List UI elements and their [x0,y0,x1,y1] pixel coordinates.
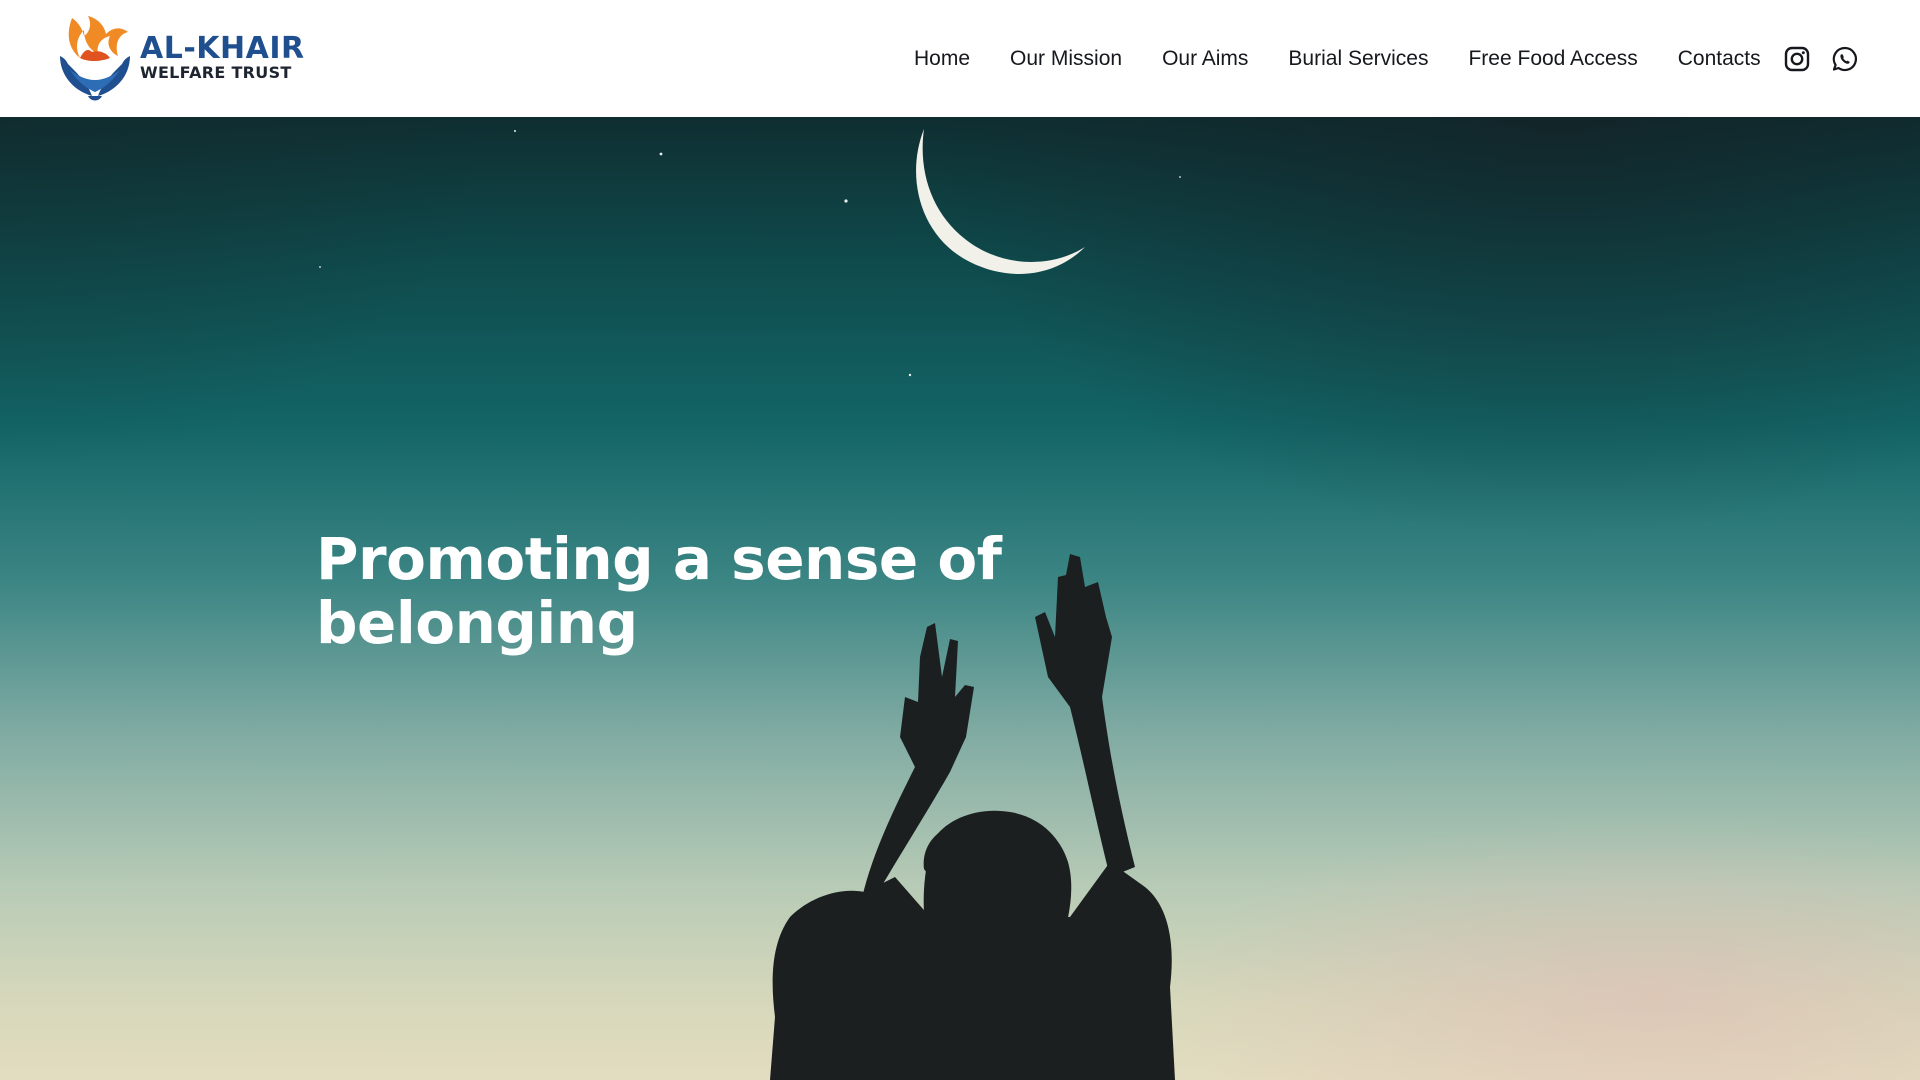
nav-link-free-food-access[interactable]: Free Food Access [1468,47,1637,71]
instagram-icon [1784,46,1810,71]
brand-name: AL-KHAIR [140,31,305,66]
nav-link-home[interactable]: Home [914,47,970,71]
whatsapp-link[interactable] [1830,44,1860,74]
star [319,266,321,268]
instagram-link[interactable] [1782,44,1812,74]
main-nav: Home Our Mission Our Aims Burial Service… [914,0,1761,117]
star [659,152,663,156]
star [1179,176,1181,178]
star [514,130,516,132]
star [908,373,912,377]
site-header: AL-KHAIR WELFARE TRUST Home Our Mission … [0,0,1920,117]
social-links [1782,0,1860,117]
hero-title: Promoting a sense of belonging [316,525,1002,657]
logo[interactable]: AL-KHAIR WELFARE TRUST [58,12,305,104]
star [844,199,848,203]
whatsapp-icon [1832,46,1857,71]
nav-link-our-aims[interactable]: Our Aims [1162,47,1248,71]
hero-section: Promoting a sense of belonging [0,117,1920,1080]
stars [319,130,1181,377]
brand-subtitle: WELFARE TRUST [140,63,292,82]
crescent-moon-icon [916,129,1085,274]
nav-link-our-mission[interactable]: Our Mission [1010,47,1122,71]
nav-link-contacts[interactable]: Contacts [1678,47,1761,71]
logo-mark-icon [60,16,130,101]
nav-link-burial-services[interactable]: Burial Services [1288,47,1428,71]
logo-text: AL-KHAIR WELFARE TRUST [140,34,305,82]
